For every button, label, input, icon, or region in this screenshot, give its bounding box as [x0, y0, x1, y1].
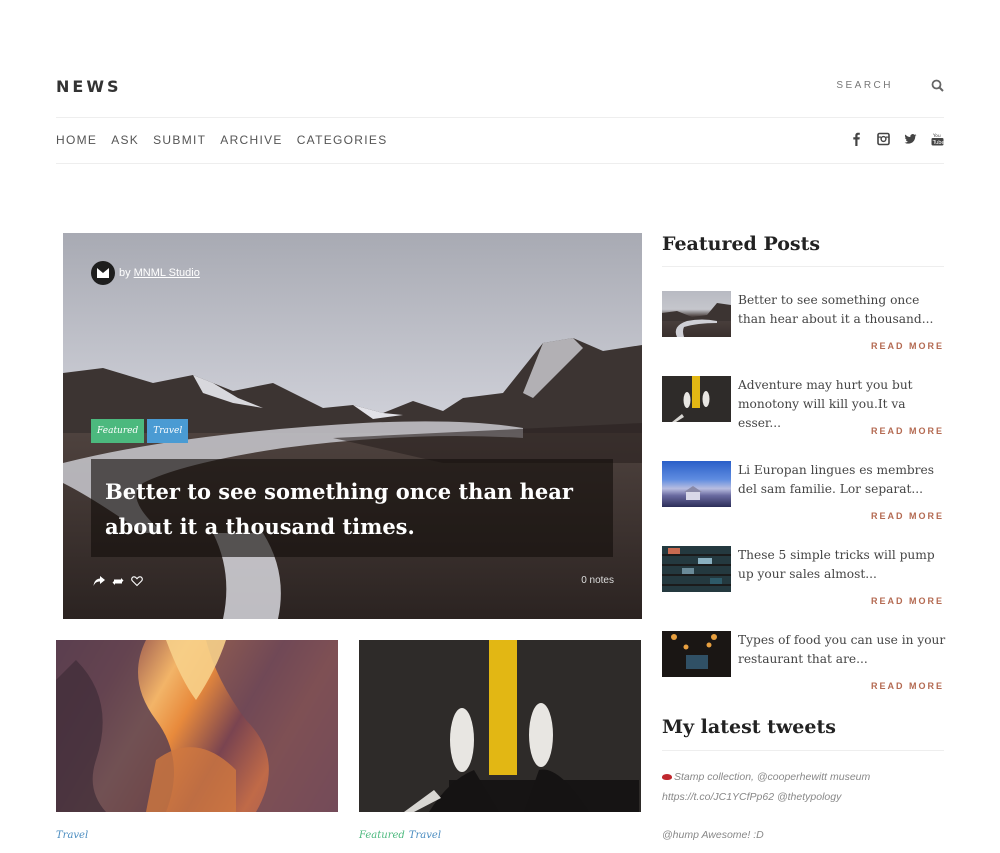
social-links: You Tube	[850, 132, 945, 146]
post-thumbnail[interactable]	[662, 461, 731, 507]
author-avatar[interactable]	[91, 261, 115, 285]
featured-post[interactable]: Adventure may hurt you but monotony will…	[662, 376, 944, 456]
hero-tags: Featured Travel	[91, 419, 189, 443]
hero-post[interactable]: by MNML Studio Featured Travel Better to …	[63, 233, 642, 619]
tag-featured[interactable]: Featured	[91, 419, 145, 443]
search-input[interactable]: SEARCH	[836, 80, 893, 91]
featured-post-text[interactable]: Adventure may hurt you but monotony will…	[738, 376, 948, 433]
twitter-icon[interactable]	[904, 132, 917, 146]
featured-post-text[interactable]: These 5 simple tricks will pump up your …	[738, 546, 948, 584]
nav-home[interactable]: HOME	[56, 133, 97, 147]
read-more-link[interactable]: READ MORE	[871, 596, 944, 606]
featured-post-text[interactable]: Li Europan lingues es membres del sam fa…	[738, 461, 948, 499]
author-link[interactable]: MNML Studio	[134, 267, 200, 279]
tag-travel[interactable]: Travel	[147, 419, 189, 443]
read-more-link[interactable]: READ MORE	[871, 426, 944, 436]
featured-post[interactable]: Better to see something once than hear a…	[662, 291, 944, 371]
header-divider	[56, 117, 944, 118]
svg-text:Tube: Tube	[932, 140, 944, 146]
mnml-logo-icon	[97, 268, 109, 278]
hero-title[interactable]: Better to see something once than hear a…	[105, 474, 605, 544]
nav-submit[interactable]: SUBMIT	[153, 133, 206, 147]
tweet-text: Stamp collection, @cooperhewitt museum	[674, 771, 871, 783]
card-category-travel[interactable]: Travel	[409, 830, 441, 841]
featured-post[interactable]: Li Europan lingues es membres del sam fa…	[662, 461, 944, 541]
post-card[interactable]	[359, 640, 641, 812]
site-logo[interactable]: NEWS	[56, 77, 122, 96]
tweet: @hump Awesome! :D	[662, 825, 764, 845]
tweet: Stamp collection, @cooperhewitt museum h…	[662, 767, 870, 807]
featured-post-text[interactable]: Types of food you can use in your restau…	[738, 631, 948, 669]
author-prefix: by	[119, 267, 131, 279]
post-card[interactable]	[56, 640, 338, 812]
featured-post[interactable]: Types of food you can use in your restau…	[662, 631, 945, 711]
read-more-link[interactable]: READ MORE	[871, 341, 944, 351]
nav-archive[interactable]: ARCHIVE	[220, 133, 282, 147]
read-more-link[interactable]: READ MORE	[871, 681, 944, 691]
instagram-icon[interactable]	[877, 132, 890, 146]
widget-divider	[662, 750, 944, 751]
reblog-icon[interactable]	[112, 574, 124, 586]
featured-post-text[interactable]: Better to see something once than hear a…	[738, 291, 948, 329]
sneakers-image	[359, 640, 641, 812]
read-more-link[interactable]: READ MORE	[871, 511, 944, 521]
post-thumbnail[interactable]	[662, 376, 731, 422]
facebook-icon[interactable]	[850, 132, 863, 146]
featured-post[interactable]: These 5 simple tricks will pump up your …	[662, 546, 944, 626]
author-byline: by MNML Studio	[119, 267, 200, 279]
tweet-text: @hump Awesome! :D	[662, 829, 764, 841]
lips-emoji-icon	[662, 774, 672, 781]
card-category[interactable]: Travel	[56, 830, 88, 841]
featured-posts-title: Featured Posts	[662, 233, 821, 255]
post-thumbnail[interactable]	[662, 546, 731, 592]
card-categories: Featured Travel	[359, 830, 441, 841]
search-icon[interactable]	[931, 79, 944, 92]
youtube-icon[interactable]: You Tube	[931, 132, 945, 146]
nav-ask[interactable]: ASK	[111, 133, 139, 147]
hero-title-box: Better to see something once than hear a…	[91, 459, 613, 557]
notes-count[interactable]: 0 notes	[581, 575, 614, 586]
post-thumbnail[interactable]	[662, 291, 731, 337]
nav-divider	[56, 163, 944, 164]
post-actions	[93, 574, 143, 587]
canyon-image	[56, 640, 338, 812]
search-box[interactable]: SEARCH	[836, 79, 944, 92]
main-nav: HOME ASK SUBMIT ARCHIVE CATEGORIES	[56, 133, 402, 147]
sidebar: Featured Posts Better to see something o…	[662, 233, 945, 841]
nav-categories[interactable]: CATEGORIES	[297, 133, 388, 147]
card-category-featured[interactable]: Featured	[359, 830, 405, 841]
like-icon[interactable]	[131, 574, 143, 587]
tweet-link[interactable]: https://t.co/JC1YCfPp62 @thetypology	[662, 787, 870, 807]
widget-divider	[662, 266, 944, 267]
post-thumbnail[interactable]	[662, 631, 731, 677]
post-author: by MNML Studio	[91, 261, 200, 285]
tweets-title: My latest tweets	[662, 716, 836, 738]
share-icon[interactable]	[93, 574, 105, 586]
